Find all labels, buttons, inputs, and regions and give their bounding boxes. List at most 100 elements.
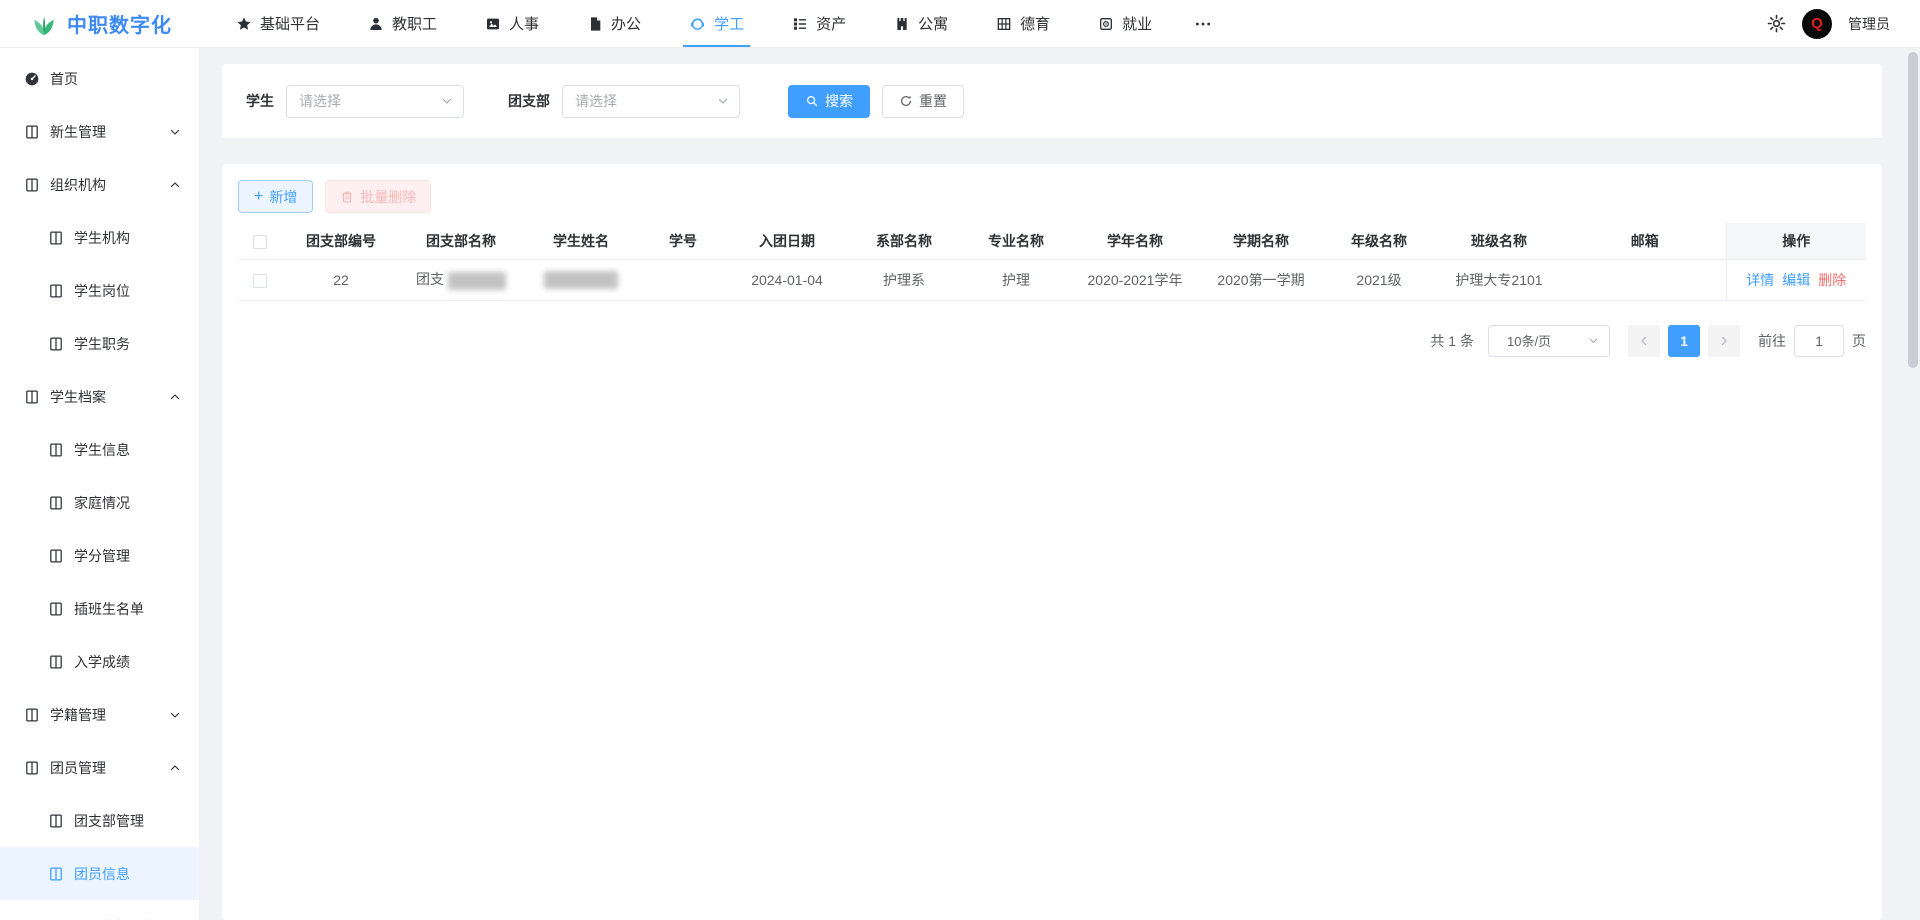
page-size-select[interactable]: 10条/页	[1488, 325, 1610, 357]
goto-page-input[interactable]	[1794, 325, 1844, 357]
major-cell: 护理	[960, 259, 1072, 300]
sidebar-item-student-archive[interactable]: 学生档案	[0, 370, 199, 423]
sidebar-item-freshman-management[interactable]: 新生管理	[0, 105, 199, 158]
column-header: 班级名称	[1434, 223, 1564, 259]
notebook-icon	[48, 601, 64, 617]
app-logo[interactable]: 中职数字化	[0, 9, 200, 38]
sidebar-item-league-member-info[interactable]: 团员信息	[0, 847, 199, 900]
nav-label: 基础平台	[260, 13, 320, 34]
nav-base-platform[interactable]: 基础平台	[212, 0, 344, 47]
prev-page-button[interactable]	[1628, 325, 1660, 357]
search-button[interactable]: 搜索	[788, 85, 870, 118]
notebook-icon	[48, 230, 64, 246]
list-tree-icon	[792, 16, 808, 32]
sidebar-item-league-branch-management[interactable]: 团支部管理	[0, 794, 199, 847]
delete-link[interactable]: 删除	[1818, 272, 1846, 288]
nav-office[interactable]: 办公	[563, 0, 665, 47]
league-branch-select[interactable]: 请选择	[562, 85, 740, 118]
notebook-icon	[48, 866, 64, 882]
next-page-button[interactable]	[1708, 325, 1740, 357]
filter-bar: 学生 请选择 团支部 请选择 搜索 重置	[222, 64, 1882, 138]
user-avatar[interactable]: Q	[1802, 9, 1832, 39]
nav-label: 人事	[509, 13, 539, 34]
chevron-down-icon	[169, 126, 181, 138]
nav-hr[interactable]: 人事	[461, 0, 563, 47]
select-all-checkbox[interactable]	[253, 235, 267, 249]
email-cell	[1564, 259, 1726, 300]
sidebar-item-student-post[interactable]: 学生岗位	[0, 264, 199, 317]
sidebar-item-transfer-student-list[interactable]: 插班生名单	[0, 582, 199, 635]
table-card: + 新增 批量删除 团支部编号	[222, 164, 1882, 920]
nav-employment[interactable]: 就业	[1074, 0, 1176, 47]
table-header-row: 团支部编号 团支部名称 学生姓名 学号 入团日期 系部名称 专业名称 学年名称 …	[238, 223, 1866, 259]
navbar-right: Q 管理员	[1767, 9, 1920, 39]
window-scrollbar-thumb[interactable]	[1908, 52, 1918, 368]
reset-button[interactable]: 重置	[882, 85, 964, 118]
student-icon	[689, 15, 706, 32]
main-content: 学生 请选择 团支部 请选择 搜索 重置 +	[200, 48, 1920, 920]
notebook-icon	[48, 548, 64, 564]
column-header: 团支部名称	[400, 223, 522, 259]
sidebar-item-league-member-management[interactable]: 团员管理	[0, 741, 199, 794]
sidebar-item-credit-management[interactable]: 学分管理	[0, 529, 199, 582]
student-filter-label: 学生	[246, 91, 274, 111]
semester-cell: 2020第一学期	[1198, 259, 1324, 300]
column-header: 年级名称	[1324, 223, 1434, 259]
branch-filter-label: 团支部	[508, 91, 550, 111]
nav-label: 教职工	[392, 13, 437, 34]
document-icon	[587, 16, 603, 32]
nav-staff[interactable]: 教职工	[344, 0, 461, 47]
star-icon	[236, 16, 252, 32]
chevron-right-icon	[1718, 335, 1730, 347]
chevron-down-icon	[1588, 335, 1599, 346]
sidebar-item-student-info[interactable]: 学生信息	[0, 423, 199, 476]
student-no-cell	[640, 259, 726, 300]
nav-label: 德育	[1020, 13, 1050, 34]
notebook-icon	[48, 813, 64, 829]
sidebar-item-student-org[interactable]: 学生机构	[0, 211, 199, 264]
chevron-up-icon	[169, 391, 181, 403]
sprout-logo-icon	[30, 10, 58, 38]
select-all-header	[238, 223, 282, 259]
nav-more-button[interactable]	[1176, 0, 1230, 47]
nav-label: 公寓	[918, 13, 948, 34]
edit-link[interactable]: 编辑	[1782, 272, 1810, 288]
nav-apartment[interactable]: 公寓	[870, 0, 972, 47]
username-label[interactable]: 管理员	[1848, 14, 1890, 34]
sidebar-item-league-member-analysis[interactable]: 团员数据分析	[0, 900, 199, 920]
add-button[interactable]: + 新增	[238, 180, 313, 213]
total-count-label: 共 1 条	[1430, 331, 1474, 351]
top-navbar: 中职数字化 基础平台 教职工 人事 办公 学工 资产 公寓	[0, 0, 1920, 48]
sidebar-item-home[interactable]: 首页	[0, 52, 199, 105]
column-header: 团支部编号	[282, 223, 400, 259]
column-header-actions: 操作	[1726, 223, 1866, 259]
picture-icon	[485, 16, 501, 32]
grade-cell: 2021级	[1324, 259, 1434, 300]
nav-assets[interactable]: 资产	[768, 0, 870, 47]
notebook-icon	[48, 442, 64, 458]
notebook-icon	[48, 654, 64, 670]
notebook-icon	[48, 495, 64, 511]
actions-cell: 详情编辑删除	[1726, 259, 1866, 300]
batch-delete-button[interactable]: 批量删除	[325, 180, 431, 213]
more-dots-icon	[1194, 15, 1212, 33]
sidebar-item-family-situation[interactable]: 家庭情况	[0, 476, 199, 529]
row-checkbox[interactable]	[253, 274, 267, 288]
sidebar-item-student-status-management[interactable]: 学籍管理	[0, 688, 199, 741]
table-toolbar: + 新增 批量删除	[238, 180, 1866, 213]
nav-student-affairs[interactable]: 学工	[665, 0, 768, 47]
nav-moral-education[interactable]: 德育	[972, 0, 1074, 47]
sidebar-item-student-duty[interactable]: 学生职务	[0, 317, 199, 370]
student-name-cell	[522, 259, 640, 300]
detail-link[interactable]: 详情	[1746, 272, 1774, 288]
page-number-button[interactable]: 1	[1668, 325, 1700, 357]
chevron-up-icon	[169, 179, 181, 191]
settings-gear-icon[interactable]	[1767, 14, 1786, 33]
dept-cell: 护理系	[848, 259, 960, 300]
chevron-up-icon	[169, 762, 181, 774]
notebook-icon	[24, 760, 40, 776]
sidebar-item-admission-score[interactable]: 入学成绩	[0, 635, 199, 688]
sidebar-item-organization[interactable]: 组织机构	[0, 158, 199, 211]
student-select[interactable]: 请选择	[286, 85, 464, 118]
person-icon	[368, 16, 384, 32]
